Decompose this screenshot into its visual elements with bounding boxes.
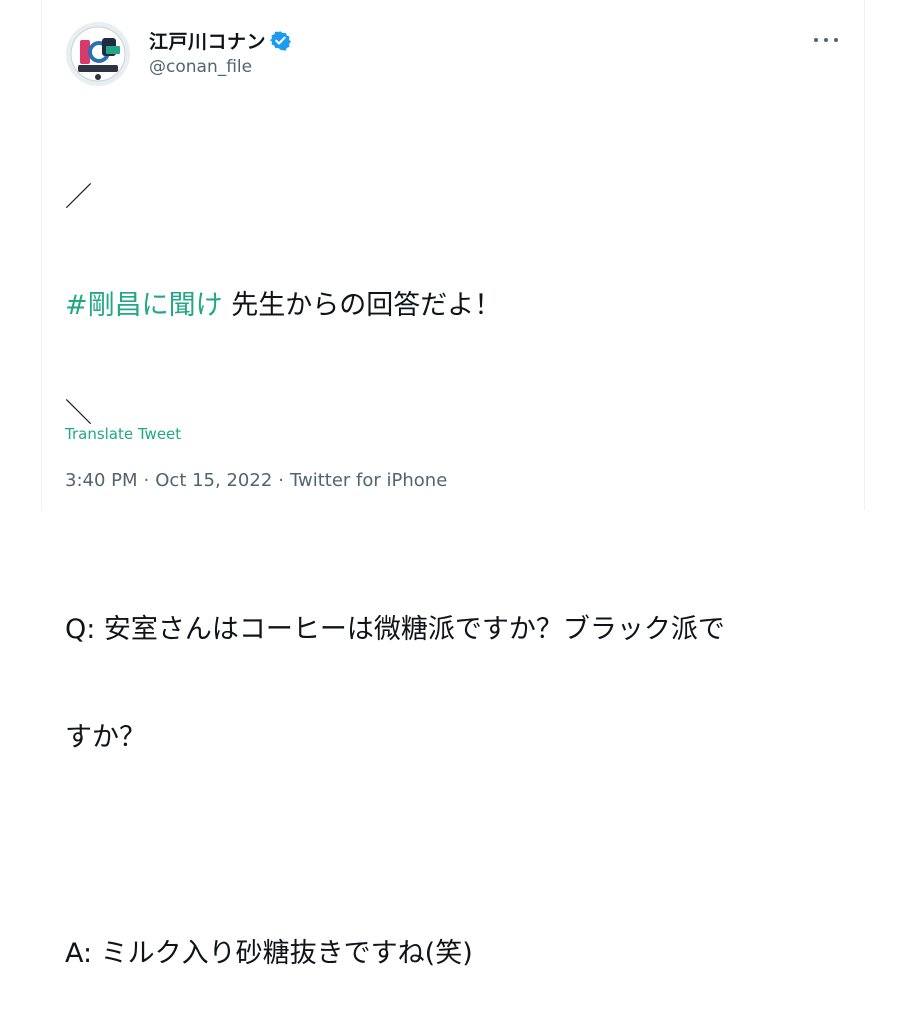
verified-badge-icon bbox=[270, 30, 291, 51]
tweet-line-bracket-close: ＼ bbox=[65, 398, 92, 429]
hashtag-link[interactable]: #剛昌に聞け bbox=[65, 290, 223, 321]
anniversary-logo-avatar-icon bbox=[66, 22, 130, 86]
more-options-icon[interactable] bbox=[814, 30, 838, 50]
tweet-card: 江戸川コナン @conan_file ／ #剛昌に聞け 先生からの回答だよ！ ＼… bbox=[41, 0, 865, 969]
tweet-time[interactable]: 3:40 PM bbox=[65, 470, 138, 491]
tweet-line-hashtag-rest: 先生からの回答だよ！ bbox=[222, 290, 502, 321]
author-handle[interactable]: @conan_file bbox=[149, 57, 252, 77]
translate-tweet-link[interactable]: Translate Tweet bbox=[65, 425, 181, 443]
tweet-line-bracket-open: ／ bbox=[65, 182, 92, 213]
tweet-line-answer: A: ミルク入り砂糖抜きですね(笑) bbox=[65, 938, 473, 969]
tweet-date[interactable]: Oct 15, 2022 bbox=[155, 470, 272, 491]
tweet-line-question: Q: 安室さんはコーヒーは微糖派ですか？ブラック派で bbox=[65, 614, 725, 645]
meta-separator-2: · bbox=[278, 470, 284, 491]
meta-separator: · bbox=[143, 470, 150, 491]
avatar[interactable] bbox=[66, 22, 130, 86]
tweet-text: ／ #剛昌に聞け 先生からの回答だよ！ ＼ Q: 安室さんはコーヒーは微糖派です… bbox=[65, 108, 845, 1020]
tweet-line-hashtag: #剛昌に聞け 先生からの回答だよ！ bbox=[65, 288, 845, 324]
author-name-row[interactable]: 江戸川コナン bbox=[149, 27, 291, 53]
display-name[interactable]: 江戸川コナン bbox=[149, 27, 266, 54]
tweet-line-blank-2 bbox=[65, 828, 845, 864]
tweet-source[interactable]: Twitter for iPhone bbox=[290, 470, 447, 491]
tweet-line-question-cont: すか？ bbox=[65, 722, 146, 753]
tweet-metadata: 3:40 PM · Oct 15, 2022 · Twitter for iPhone bbox=[65, 470, 447, 491]
